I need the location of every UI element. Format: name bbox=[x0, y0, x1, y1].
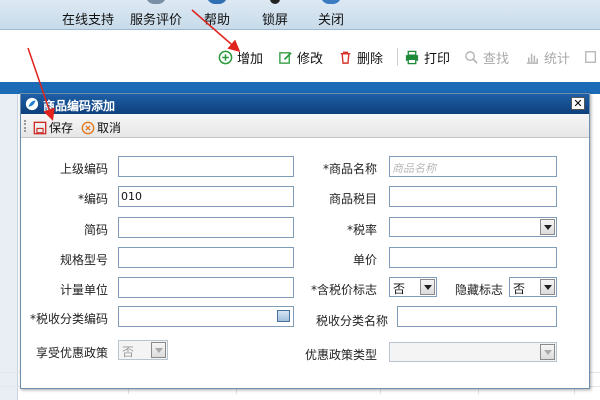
preferential-policy-select[interactable]: 否 bbox=[118, 340, 168, 360]
nav-online-support[interactable]: 在线支持 bbox=[60, 0, 116, 30]
add-button[interactable]: 增加 bbox=[218, 47, 263, 67]
measure-unit-input[interactable] bbox=[118, 277, 294, 298]
printer-icon bbox=[405, 50, 419, 64]
product-code-add-dialog: 商品编码添加 ✕ 保存 取消 上级编码 *商品名称 商品名称 *编码 010 商… bbox=[20, 93, 590, 389]
save-icon bbox=[33, 121, 47, 134]
app-logo-icon bbox=[25, 97, 39, 111]
edit-icon bbox=[279, 51, 292, 64]
tax-item-label: 商品税目 bbox=[328, 192, 377, 206]
chevron-down-icon[interactable] bbox=[540, 344, 555, 360]
save-button[interactable]: 保存 bbox=[33, 119, 73, 136]
tax-included-label: *含税价标志 bbox=[310, 283, 377, 297]
cancel-icon bbox=[81, 121, 95, 134]
trash-icon bbox=[340, 51, 351, 64]
short-code-input[interactable] bbox=[118, 217, 294, 238]
spec-model-label: 规格型号 bbox=[59, 253, 108, 267]
search-icon bbox=[465, 50, 478, 64]
dialog-toolbar: 保存 取消 bbox=[21, 114, 589, 138]
nav-close[interactable]: 关闭 bbox=[316, 0, 346, 30]
find-button[interactable]: 查找 bbox=[464, 47, 509, 67]
more-toolbar-icon[interactable] bbox=[584, 47, 600, 67]
dialog-title: 商品编码添加 bbox=[43, 99, 116, 113]
chevron-down-icon[interactable] bbox=[151, 342, 166, 358]
code-label: *编码 bbox=[77, 192, 108, 206]
lookup-picker-icon[interactable] bbox=[277, 310, 290, 322]
top-navigation: 在线支持 服务评价 帮助 锁屏 关闭 bbox=[0, 0, 600, 30]
delete-button[interactable]: 删除 bbox=[338, 47, 383, 67]
hidden-flag-select[interactable]: 否 bbox=[509, 277, 557, 297]
nav-service-rating[interactable]: 服务评价 bbox=[128, 0, 184, 30]
hidden-flag-label: 隐藏标志 bbox=[454, 283, 503, 297]
lock-icon bbox=[270, 0, 280, 4]
tax-class-code-input[interactable] bbox=[118, 306, 294, 327]
dialog-close-button[interactable]: ✕ bbox=[571, 97, 585, 110]
nav-lock-screen[interactable]: 锁屏 bbox=[260, 0, 290, 30]
edit-button[interactable]: 修改 bbox=[278, 47, 323, 67]
main-toolbar: 增加 修改 删除 打印 查找 统计 bbox=[0, 38, 600, 74]
cancel-button[interactable]: 取消 bbox=[81, 119, 121, 136]
tax-rate-select[interactable] bbox=[389, 217, 557, 237]
unit-price-label: 单价 bbox=[352, 253, 377, 267]
statistics-button[interactable]: 统计 bbox=[525, 47, 570, 67]
tax-class-name-label: 税收分类名称 bbox=[315, 314, 388, 328]
chevron-down-icon[interactable] bbox=[540, 279, 555, 295]
bar-chart-icon bbox=[526, 53, 539, 64]
measure-unit-label: 计量单位 bbox=[59, 283, 108, 297]
document-icon bbox=[585, 51, 597, 63]
spec-model-input[interactable] bbox=[118, 247, 294, 268]
tax-rate-label: *税率 bbox=[346, 223, 377, 237]
tax-class-code-label: *税收分类编码 bbox=[29, 312, 108, 326]
product-name-input[interactable]: 商品名称 bbox=[389, 156, 557, 177]
chevron-down-icon[interactable] bbox=[540, 219, 555, 235]
print-button[interactable]: 打印 bbox=[404, 47, 450, 67]
preferential-type-label: 优惠政策类型 bbox=[304, 348, 377, 362]
tax-class-name-input[interactable] bbox=[397, 306, 557, 327]
chevron-down-icon[interactable] bbox=[420, 279, 435, 295]
tax-item-input[interactable] bbox=[389, 186, 557, 207]
tax-included-select[interactable]: 否 bbox=[389, 277, 437, 297]
code-input[interactable]: 010 bbox=[118, 186, 294, 207]
grid-row-header bbox=[0, 94, 18, 400]
help-icon bbox=[207, 0, 227, 4]
power-icon bbox=[321, 0, 341, 4]
toolbar-grip bbox=[24, 120, 26, 132]
plus-circle-icon bbox=[218, 50, 233, 64]
parent-code-label: 上级编码 bbox=[59, 162, 108, 176]
preferential-type-select[interactable] bbox=[389, 342, 557, 362]
parent-code-input[interactable] bbox=[118, 156, 294, 177]
short-code-label: 简码 bbox=[83, 223, 108, 237]
nav-help[interactable]: 帮助 bbox=[202, 0, 232, 30]
rating-icon bbox=[146, 0, 166, 4]
toolbar-separator bbox=[397, 48, 398, 66]
unit-price-input[interactable] bbox=[389, 247, 557, 268]
dialog-titlebar[interactable]: 商品编码添加 ✕ bbox=[21, 94, 589, 114]
product-name-label: *商品名称 bbox=[322, 162, 377, 176]
preferential-policy-label: 享受优惠政策 bbox=[35, 346, 108, 360]
